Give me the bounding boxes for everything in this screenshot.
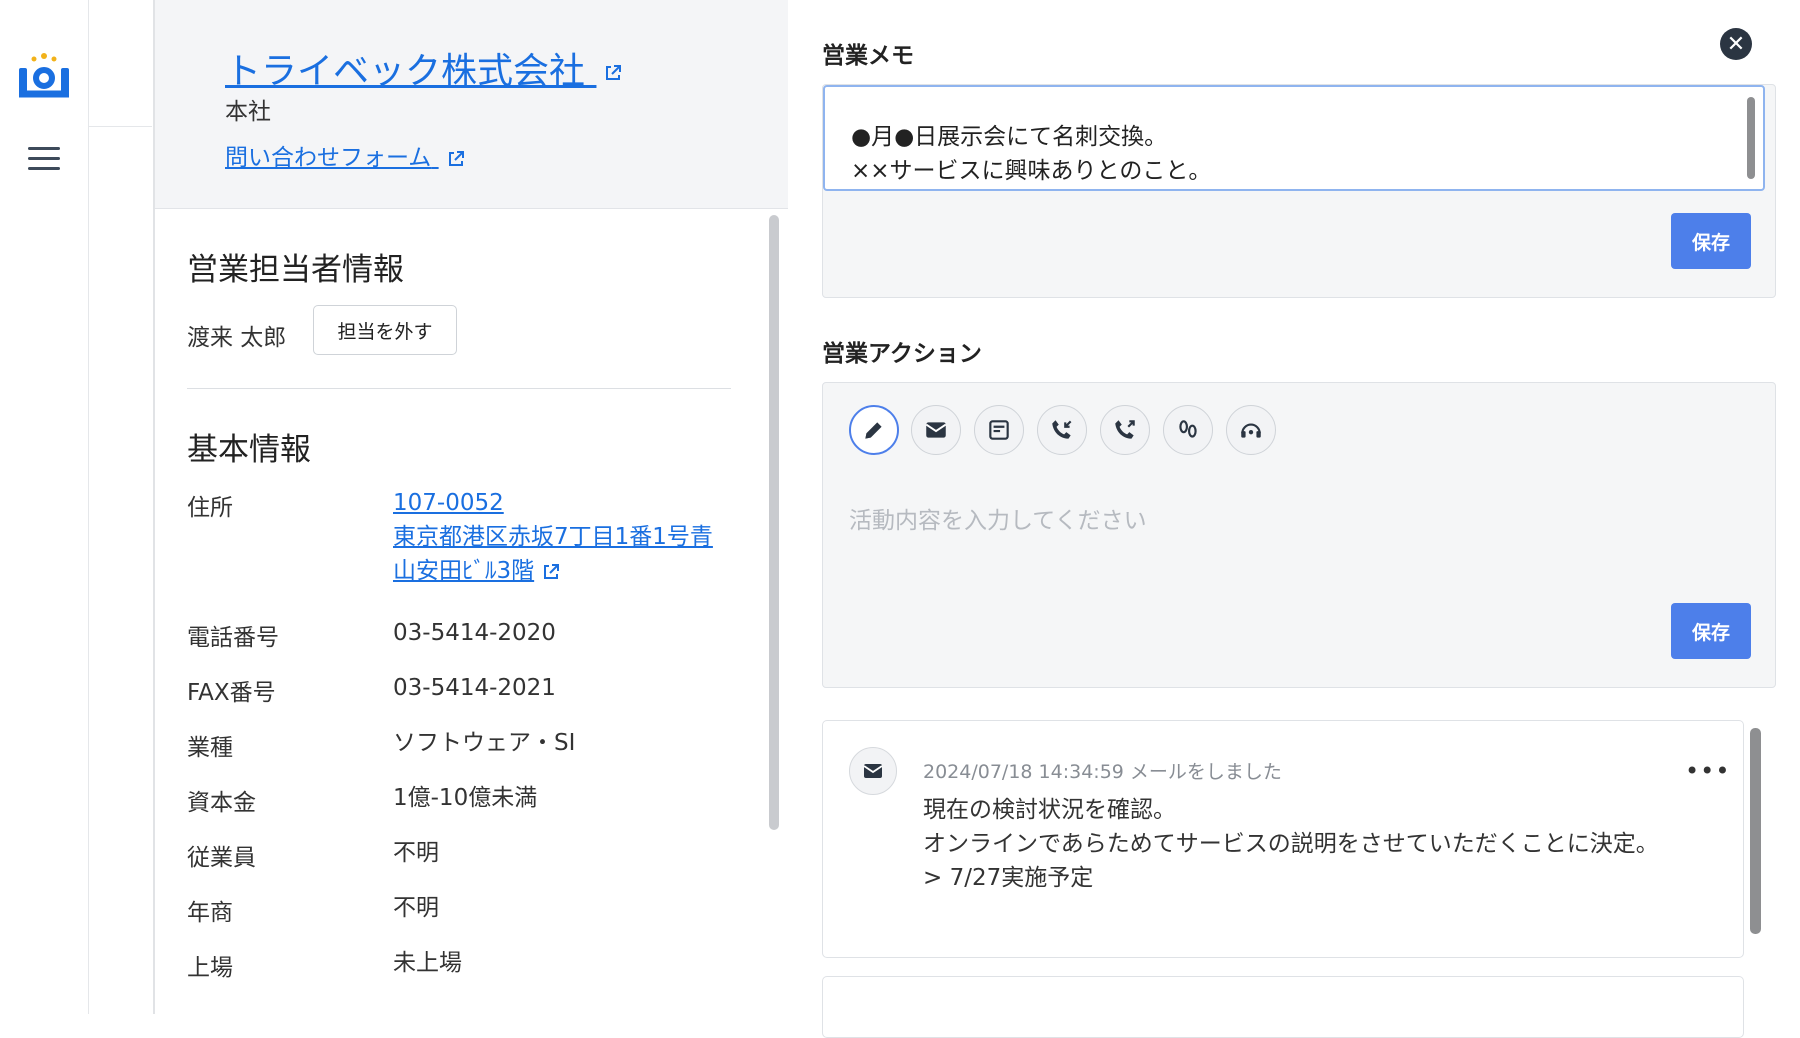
action-container: 活動内容を入力してください 保存 bbox=[822, 382, 1776, 688]
app-logo-icon[interactable] bbox=[17, 50, 71, 102]
feed-item-body: 現在の検討状況を確認。 オンラインであらためてサービスの説明をさせていただくこと… bbox=[923, 793, 1663, 895]
external-link-icon bbox=[544, 563, 560, 579]
info-row-value: 不明 bbox=[393, 895, 439, 921]
info-row-value: 03-5414-2021 bbox=[393, 675, 556, 701]
company-name-text: トライベック株式会社 bbox=[225, 51, 586, 92]
feed-scrollbar[interactable] bbox=[1750, 728, 1761, 934]
feed-line-1: 現在の検討状況を確認。 bbox=[923, 797, 1176, 823]
address-value: 107-0052 東京都港区赤坂7丁目1番1号青 山安田ﾋﾞﾙ3階 bbox=[393, 486, 733, 588]
info-row-label: 年商 bbox=[187, 900, 233, 926]
feed-line-3: > 7/27実施予定 bbox=[923, 865, 1094, 891]
pencil-icon[interactable] bbox=[849, 405, 899, 455]
info-row-value: ソフトウェア・SI bbox=[393, 730, 576, 756]
section-divider bbox=[187, 388, 731, 389]
contact-form-link[interactable]: 問い合わせフォーム bbox=[225, 138, 465, 172]
activity-input[interactable]: 活動内容を入力してください bbox=[849, 501, 1147, 535]
left-panel-scrollbar[interactable] bbox=[769, 215, 779, 830]
address-link-line1[interactable]: 東京都港区赤坂7丁目1番1号青 bbox=[393, 524, 713, 550]
memo-container: ●月●日展示会にて名刺交換。 ××サービスに興味ありとのこと。 保存 bbox=[822, 84, 1776, 298]
basic-info-title: 基本情報 bbox=[187, 432, 311, 468]
external-link-icon bbox=[606, 65, 622, 80]
memo-line-1: ●月●日展示会にて名刺交換。 bbox=[851, 124, 1168, 150]
sales-rep-title: 営業担当者情報 bbox=[187, 252, 404, 288]
postal-code-link[interactable]: 107-0052 bbox=[393, 490, 504, 516]
activity-feed-item: 2024/07/18 14:34:59 メールをしました ••• 現在の検討状況… bbox=[822, 720, 1744, 958]
company-panel: トライベック株式会社 本社 問い合わせフォーム 営業担当者情報 渡来 太郎 担当… bbox=[153, 0, 790, 1014]
secondary-strip bbox=[89, 0, 152, 1014]
mail-icon bbox=[849, 747, 897, 795]
info-row-value: 1億-10億未満 bbox=[393, 785, 538, 811]
unassign-button[interactable]: 担当を外す bbox=[313, 305, 457, 355]
company-header: トライベック株式会社 本社 問い合わせフォーム bbox=[155, 0, 789, 209]
external-link-icon bbox=[448, 150, 464, 166]
activity-feed-item-next bbox=[822, 976, 1744, 1038]
address-label: 住所 bbox=[187, 495, 233, 521]
sales-rep-name: 渡来 太郎 bbox=[187, 325, 287, 351]
memo-scrollbar[interactable] bbox=[1747, 97, 1755, 179]
address-line2-text: 山安田ﾋﾞﾙ3階 bbox=[393, 558, 535, 584]
info-row-value: 未上場 bbox=[393, 950, 462, 976]
info-row-label: FAX番号 bbox=[187, 680, 276, 706]
menu-hamburger-icon[interactable] bbox=[28, 147, 60, 173]
memo-textarea[interactable]: ●月●日展示会にて名刺交換。 ××サービスに興味ありとのこと。 bbox=[823, 85, 1765, 191]
company-branch: 本社 bbox=[225, 99, 271, 125]
phone-incoming-icon[interactable] bbox=[1037, 405, 1087, 455]
info-row-value: 不明 bbox=[393, 840, 439, 866]
memo-save-button[interactable]: 保存 bbox=[1671, 213, 1751, 269]
info-row-label: 資本金 bbox=[187, 790, 256, 816]
more-options-icon[interactable]: ••• bbox=[1685, 757, 1730, 785]
visit-icon[interactable] bbox=[1163, 405, 1213, 455]
info-row-label: 業種 bbox=[187, 735, 233, 761]
address-link-line2[interactable]: 山安田ﾋﾞﾙ3階 bbox=[393, 558, 560, 584]
form-icon[interactable] bbox=[974, 405, 1024, 455]
company-name-link[interactable]: トライベック株式会社 bbox=[225, 42, 622, 94]
sales-activity-panel: 営業メモ ✕ ●月●日展示会にて名刺交換。 ××サービスに興味ありとのこと。 保… bbox=[788, 0, 1800, 1038]
memo-line-2: ××サービスに興味ありとのこと。 bbox=[851, 158, 1212, 184]
action-save-button[interactable]: 保存 bbox=[1671, 603, 1751, 659]
app-rail bbox=[0, 0, 89, 1014]
contact-form-text: 問い合わせフォーム bbox=[225, 145, 432, 171]
feed-line-2: オンラインであらためてサービスの説明をさせていただくことに決定。 bbox=[923, 831, 1659, 857]
info-row-value: 03-5414-2020 bbox=[393, 620, 556, 646]
support-icon[interactable] bbox=[1226, 405, 1276, 455]
info-row-label: 上場 bbox=[187, 955, 233, 981]
memo-title: 営業メモ bbox=[822, 43, 914, 69]
info-row-label: 電話番号 bbox=[187, 625, 279, 651]
info-row-label: 従業員 bbox=[187, 845, 256, 871]
mail-icon[interactable] bbox=[911, 405, 961, 455]
feed-item-meta: 2024/07/18 14:34:59 メールをしました bbox=[923, 761, 1282, 783]
phone-outgoing-icon[interactable] bbox=[1100, 405, 1150, 455]
close-icon[interactable]: ✕ bbox=[1720, 28, 1752, 60]
actions-title: 営業アクション bbox=[822, 341, 982, 367]
